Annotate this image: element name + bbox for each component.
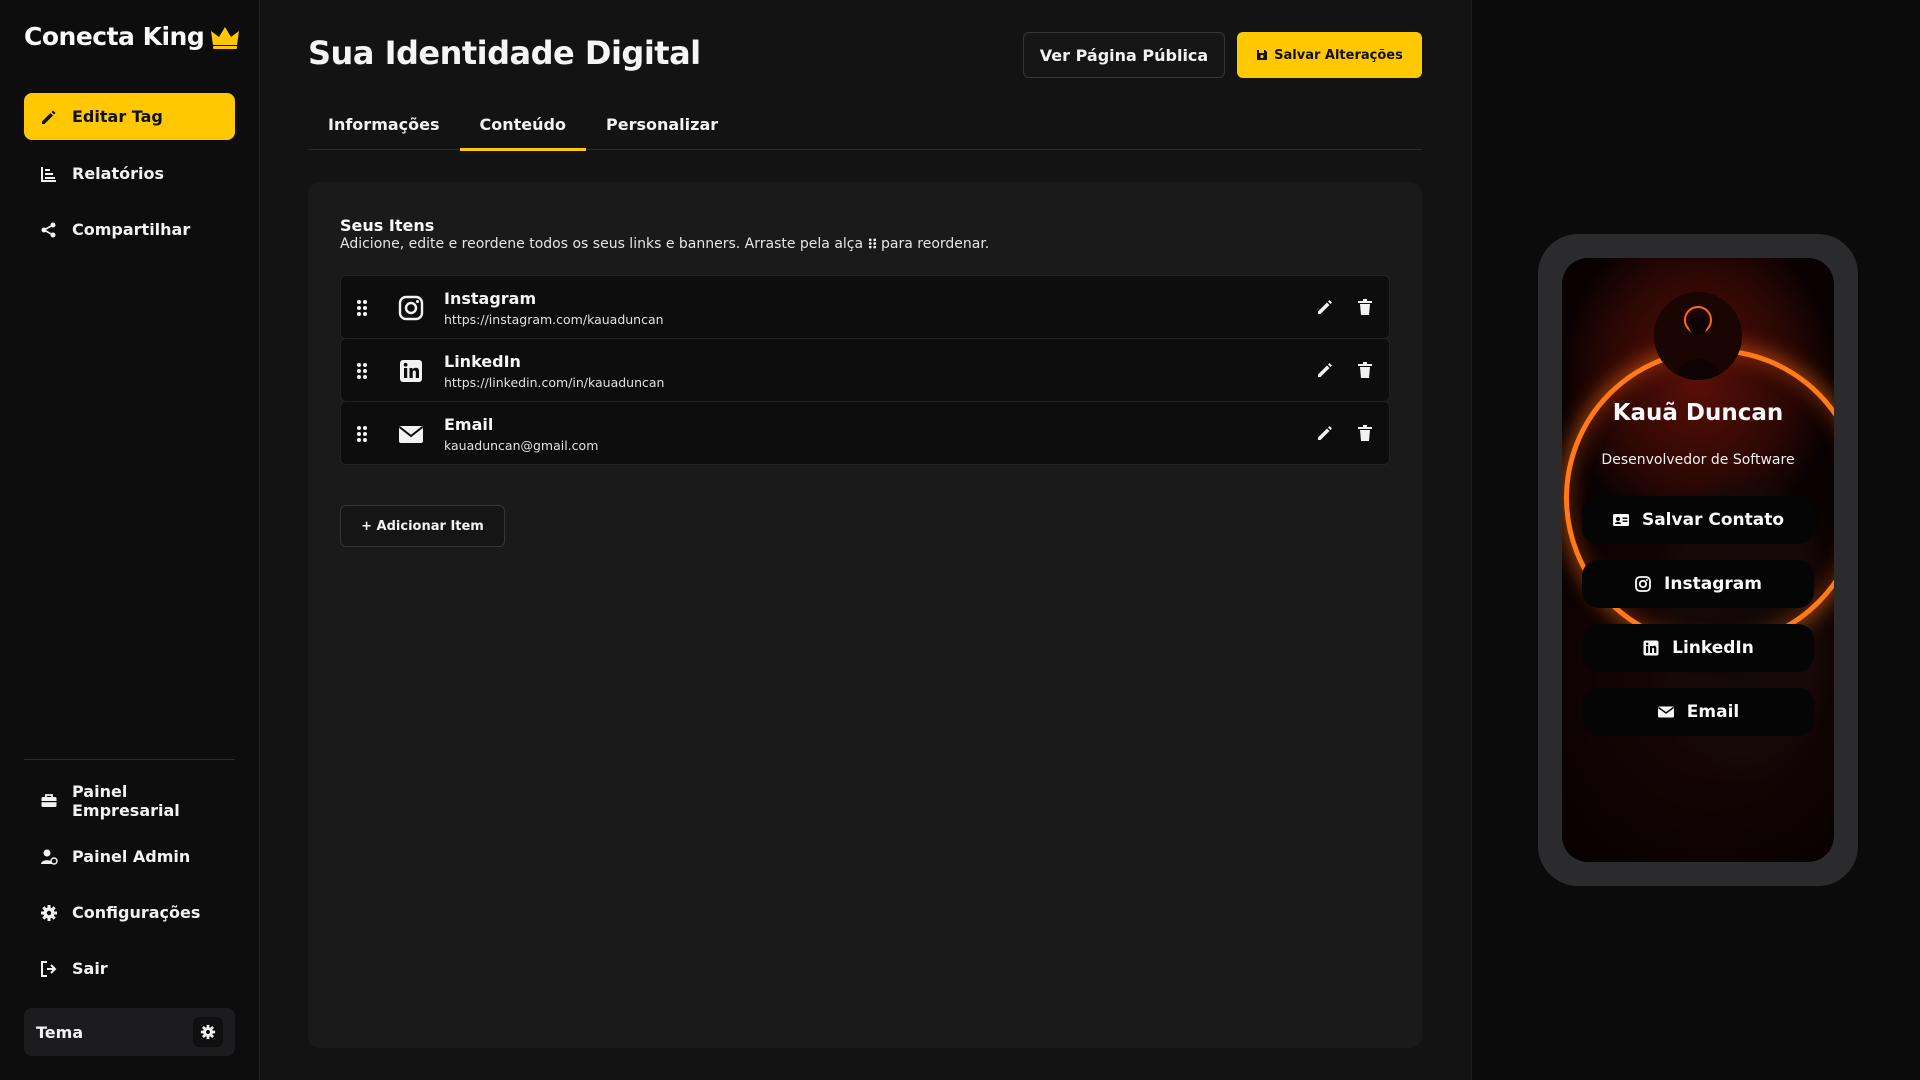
- nav-label: Relatórios: [72, 164, 164, 183]
- item-label: Instagram: [444, 289, 537, 308]
- profile-role: Desenvolvedor de Software: [1601, 452, 1795, 468]
- nav-painel-empresarial[interactable]: Painel Empresarial: [24, 777, 235, 824]
- pencil-icon: [42, 110, 56, 124]
- gear-icon: [200, 1024, 216, 1040]
- nav-configuracoes[interactable]: Configurações: [24, 889, 235, 936]
- profile-name: Kauã Duncan: [1612, 400, 1784, 426]
- section-title: Seus Itens: [340, 216, 435, 235]
- main-content: Sua Identidade Digital Ver Página Públic…: [261, 0, 1471, 1080]
- nav-label: Painel Empresarial: [72, 781, 180, 820]
- briefcase-icon: [41, 793, 57, 807]
- nav-label: Painel Admin: [72, 847, 191, 866]
- user-gear-icon: [41, 849, 58, 865]
- linkedin-icon: [1643, 640, 1659, 656]
- trash-icon[interactable]: [1355, 297, 1375, 317]
- envelope-icon: [398, 426, 424, 443]
- crown-icon: [211, 26, 240, 49]
- nav-label: Configurações: [72, 903, 201, 922]
- button-label: Email: [1686, 702, 1740, 722]
- tab-informacoes[interactable]: Informações: [308, 108, 460, 150]
- nav-editar-tag[interactable]: Editar Tag: [24, 93, 235, 140]
- preview-linkedin-button[interactable]: LinkedIn: [1582, 624, 1814, 672]
- drag-handle-icon[interactable]: [355, 362, 369, 380]
- avatar: [1654, 292, 1742, 380]
- trash-icon[interactable]: [1355, 423, 1375, 443]
- brand-name: Conecta King: [24, 22, 205, 51]
- nav-compartilhar[interactable]: Compartilhar: [24, 206, 235, 253]
- list-item-linkedin: LinkedIn https://linkedin.com/in/kauadun…: [340, 338, 1390, 402]
- save-changes-label: Salvar Alterações: [1274, 47, 1403, 63]
- drag-handle-icon: [868, 238, 876, 249]
- logout-icon: [41, 960, 57, 977]
- section-description: Adicione, edite e reordene todos os seus…: [340, 236, 989, 252]
- button-label: LinkedIn: [1672, 638, 1754, 658]
- list-item-instagram: Instagram https://instagram.com/kauadunc…: [340, 275, 1390, 339]
- nav-label: Compartilhar: [72, 220, 191, 239]
- view-public-page-button[interactable]: Ver Página Pública: [1023, 32, 1225, 78]
- item-value: https://linkedin.com/in/kauaduncan: [444, 375, 665, 390]
- description-text: Adicione, edite e reordene todos os seus…: [340, 236, 864, 252]
- button-label: Salvar Contato: [1641, 510, 1785, 530]
- pencil-icon[interactable]: [1315, 360, 1335, 380]
- sidebar: Conecta King Editar Tag Relatórios Compa…: [0, 0, 260, 1080]
- preview-email-button[interactable]: Email: [1582, 688, 1814, 736]
- button-label: Instagram: [1664, 574, 1762, 594]
- save-changes-button[interactable]: Salvar Alterações: [1237, 32, 1422, 78]
- sidebar-divider: [24, 759, 235, 760]
- nav-sair[interactable]: Sair: [24, 945, 235, 992]
- theme-label: Tema: [36, 1022, 84, 1042]
- theme-toggle-box: Tema: [24, 1008, 235, 1056]
- add-item-button[interactable]: + Adicionar Item: [340, 505, 505, 547]
- gear-icon: [41, 904, 57, 921]
- envelope-icon: [1657, 706, 1674, 718]
- item-value: kauaduncan@gmail.com: [444, 438, 599, 453]
- contact-card-icon: [1612, 514, 1629, 526]
- description-text-end: para reordenar.: [881, 236, 990, 252]
- tab-personalizar[interactable]: Personalizar: [586, 108, 738, 150]
- preview-pane: Kauã Duncan Desenvolvedor de Software Sa…: [1471, 0, 1920, 1080]
- items-card: Seus Itens Adicione, edite e reordene to…: [308, 182, 1422, 1048]
- brand-logo[interactable]: Conecta King: [24, 22, 240, 51]
- tab-bar: Informações Conteúdo Personalizar: [308, 108, 1422, 151]
- trash-icon[interactable]: [1355, 360, 1375, 380]
- list-item-email: Email kauaduncan@gmail.com: [340, 401, 1390, 465]
- save-contact-button[interactable]: Salvar Contato: [1582, 496, 1814, 544]
- drag-handle-icon[interactable]: [355, 425, 369, 443]
- pencil-icon[interactable]: [1315, 423, 1335, 443]
- share-icon: [41, 222, 56, 237]
- item-label: Email: [444, 415, 494, 434]
- nav-label: Editar Tag: [72, 107, 163, 126]
- avatar-portrait: [1654, 292, 1742, 380]
- item-value: https://instagram.com/kauaduncan: [444, 312, 664, 327]
- phone-screen: Kauã Duncan Desenvolvedor de Software Sa…: [1562, 258, 1834, 862]
- tab-conteudo[interactable]: Conteúdo: [459, 108, 587, 151]
- page-title: Sua Identidade Digital: [308, 34, 701, 72]
- save-icon: [1257, 50, 1268, 60]
- nav-relatorios[interactable]: Relatórios: [24, 150, 235, 197]
- linkedin-icon: [400, 360, 422, 382]
- phone-mockup: Kauã Duncan Desenvolvedor de Software Sa…: [1538, 234, 1858, 886]
- bar-chart-icon: [41, 166, 56, 182]
- instagram-icon: [398, 295, 424, 321]
- nav-painel-admin[interactable]: Painel Admin: [24, 833, 235, 880]
- drag-handle-icon[interactable]: [355, 299, 369, 317]
- item-label: LinkedIn: [444, 352, 521, 371]
- pencil-icon[interactable]: [1315, 297, 1335, 317]
- instagram-icon: [1635, 576, 1651, 592]
- theme-settings-button[interactable]: [193, 1017, 223, 1047]
- preview-instagram-button[interactable]: Instagram: [1582, 560, 1814, 608]
- nav-label: Sair: [72, 959, 108, 978]
